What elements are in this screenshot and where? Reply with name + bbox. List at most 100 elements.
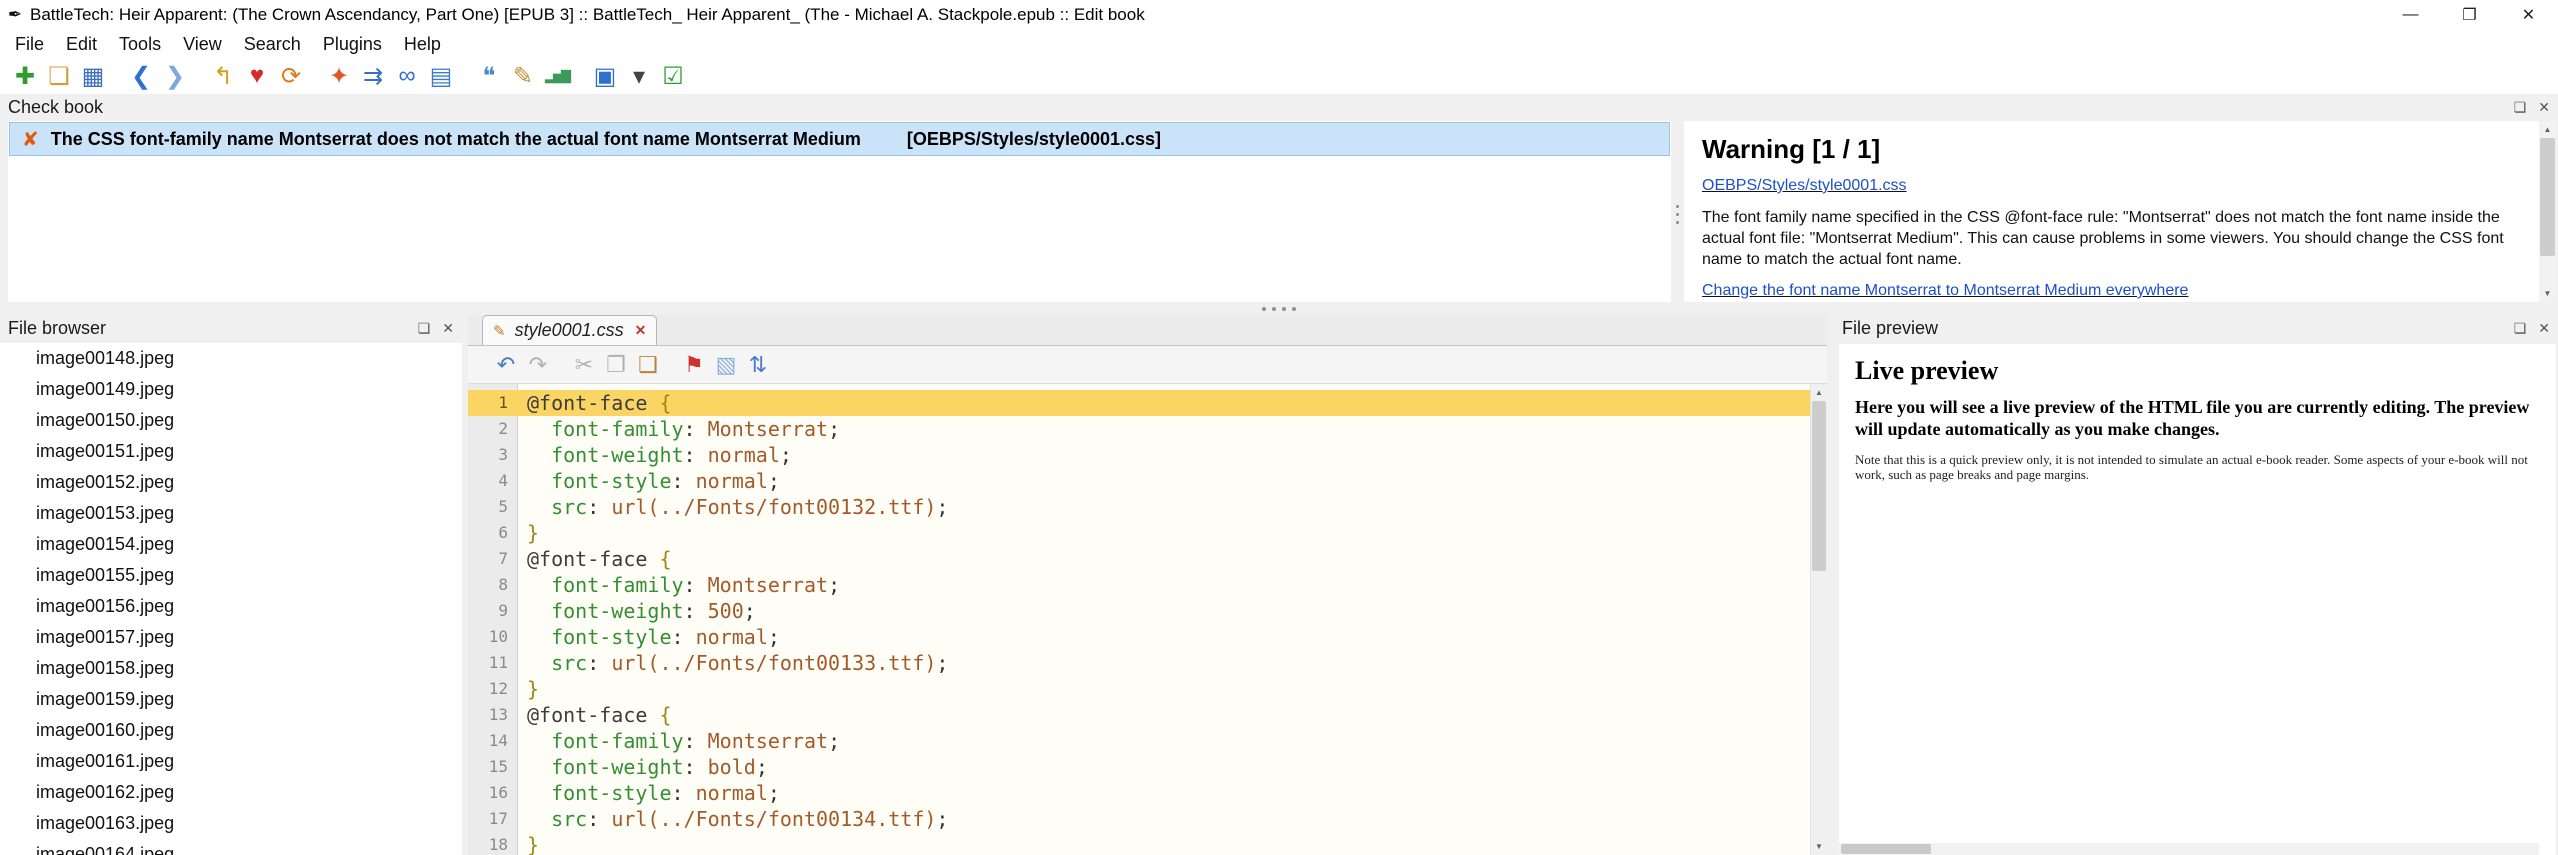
file-item[interactable]: image00162.jpeg <box>0 777 462 808</box>
code-area[interactable]: 1 @font-face {2 font-family: Montserrat; 3… <box>468 384 1810 855</box>
preview-horizontal-scrollbar[interactable] <box>1839 843 2539 855</box>
scrollbar-track[interactable] <box>1811 401 1827 838</box>
code-line[interactable]: 2 font-family: Montserrat; <box>468 416 1810 442</box>
scroll-up-icon[interactable]: ▲ <box>1811 384 1827 401</box>
code-line[interactable]: 9 font-weight: 500; <box>468 598 1810 624</box>
maximize-button[interactable]: ❐ <box>2440 0 2499 30</box>
file-item[interactable]: image00164.jpeg <box>0 839 462 855</box>
code-line[interactable]: 16 font-style: normal; <box>468 780 1810 806</box>
close-panel-icon[interactable]: ✕ <box>442 319 454 337</box>
file-item[interactable]: image00150.jpeg <box>0 405 462 436</box>
sort-az-icon[interactable]: ⇅ <box>742 349 774 381</box>
undo-icon[interactable]: ↶ <box>490 349 522 381</box>
menu-view[interactable]: View <box>172 30 233 58</box>
check-detail-pane: Warning [1 / 1] OEBPS/Styles/style0001.c… <box>1684 121 2539 302</box>
code-line[interactable]: 5 src: url(../Fonts/font00132.ttf); <box>468 494 1810 520</box>
copy-icon[interactable]: ❐ <box>600 349 632 381</box>
stylesheet-link[interactable]: OEBPS/Styles/style0001.css <box>1702 177 1907 194</box>
float-panel-icon[interactable]: ❏ <box>2514 319 2527 337</box>
spellcheck-pen-icon[interactable]: ✎ <box>506 60 540 92</box>
scroll-up-icon[interactable]: ▲ <box>2539 121 2556 138</box>
menu-file[interactable]: File <box>4 30 55 58</box>
file-item[interactable]: image00156.jpeg <box>0 591 462 622</box>
code-line[interactable]: 3 font-weight: normal; <box>468 442 1810 468</box>
editor-tab-bar: ✎ style0001.css ✕ <box>468 315 1827 346</box>
reports-icon[interactable]: ▂▅▇ <box>540 60 574 92</box>
code-line[interactable]: 6} <box>468 520 1810 546</box>
code-line[interactable]: 4 font-style: normal; <box>468 468 1810 494</box>
file-item[interactable]: image00157.jpeg <box>0 622 462 653</box>
scroll-down-icon[interactable]: ▼ <box>1811 838 1827 855</box>
file-item[interactable]: image00154.jpeg <box>0 529 462 560</box>
file-item[interactable]: image00151.jpeg <box>0 436 462 467</box>
file-item[interactable]: image00158.jpeg <box>0 653 462 684</box>
code-line[interactable]: 13 @font-face { <box>468 702 1810 728</box>
code-line[interactable]: 1 @font-face { <box>468 390 1810 416</box>
new-file-icon[interactable]: ✚ <box>8 60 42 92</box>
file-item[interactable]: image00159.jpeg <box>0 684 462 715</box>
find-icon[interactable]: ∞ <box>390 60 424 92</box>
tab-style0001-css[interactable]: ✎ style0001.css ✕ <box>482 315 658 345</box>
menu-help[interactable]: Help <box>393 30 452 58</box>
paste-icon[interactable]: ❑ <box>632 349 664 381</box>
file-item[interactable]: image00152.jpeg <box>0 467 462 498</box>
check-detail-scrollbar[interactable]: ▲ ▼ <box>2539 121 2556 302</box>
cut-icon[interactable]: ✂ <box>568 349 600 381</box>
menu-edit[interactable]: Edit <box>55 30 108 58</box>
save-icon[interactable]: ▦ <box>76 60 110 92</box>
refresh-icon[interactable]: ⟳ <box>274 60 308 92</box>
code-line[interactable]: 11 src: url(../Fonts/font00133.ttf); <box>468 650 1810 676</box>
back-icon[interactable]: ❮ <box>124 60 158 92</box>
redo-icon[interactable]: ↷ <box>522 349 554 381</box>
float-panel-icon[interactable]: ❏ <box>418 319 431 337</box>
file-item[interactable]: image00155.jpeg <box>0 560 462 591</box>
close-panel-icon[interactable]: ✕ <box>2538 98 2550 116</box>
file-item[interactable]: image00160.jpeg <box>0 715 462 746</box>
file-item[interactable]: image00161.jpeg <box>0 746 462 777</box>
code-line[interactable]: 18} <box>468 832 1810 855</box>
forward-icon[interactable]: ❯ <box>158 60 192 92</box>
menu-tools[interactable]: Tools <box>108 30 172 58</box>
horizontal-splitter[interactable] <box>0 302 2558 315</box>
fix-font-name-link[interactable]: Change the font name Montserrat to Monts… <box>1702 282 2188 299</box>
spellcheck-toggle-icon[interactable]: ☑ <box>656 60 690 92</box>
donate-heart-icon[interactable]: ♥ <box>240 60 274 92</box>
menu-plugins[interactable]: Plugins <box>312 30 393 58</box>
dropdown-arrow-icon[interactable]: ▾ <box>622 60 656 92</box>
scrollbar-thumb[interactable] <box>1841 844 1931 854</box>
scrollbar-track[interactable] <box>2539 138 2556 285</box>
index-icon[interactable]: ▤ <box>424 60 458 92</box>
menu-search[interactable]: Search <box>233 30 312 58</box>
file-item[interactable]: image00163.jpeg <box>0 808 462 839</box>
flame-icon[interactable]: ✦ <box>322 60 356 92</box>
code-line[interactable]: 10 font-style: normal; <box>468 624 1810 650</box>
special-char-icon[interactable]: ▧ <box>710 349 742 381</box>
code-line[interactable]: 8 font-family: Montserrat; <box>468 572 1810 598</box>
tab-close-icon[interactable]: ✕ <box>633 322 647 339</box>
scroll-down-icon[interactable]: ▼ <box>2539 285 2556 302</box>
scrollbar-thumb[interactable] <box>1812 401 1826 571</box>
quotes-icon[interactable]: ❝ <box>472 60 506 92</box>
code-line[interactable]: 12} <box>468 676 1810 702</box>
close-panel-icon[interactable]: ✕ <box>2538 319 2550 337</box>
float-panel-icon[interactable]: ❏ <box>2514 98 2527 116</box>
scrollbar-thumb[interactable] <box>2540 138 2555 256</box>
close-button[interactable]: ✕ <box>2499 0 2558 30</box>
code-line[interactable]: 7 @font-face { <box>468 546 1810 572</box>
file-item[interactable]: image00153.jpeg <box>0 498 462 529</box>
code-line[interactable]: 15 font-weight: bold; <box>468 754 1810 780</box>
code-line[interactable]: 14 font-family: Montserrat; <box>468 728 1810 754</box>
check-book-splitter[interactable] <box>1671 121 1684 302</box>
file-item[interactable]: image00149.jpeg <box>0 374 462 405</box>
split-arrows-icon[interactable]: ⇉ <box>356 60 390 92</box>
file-item[interactable]: image00148.jpeg <box>0 343 462 374</box>
undo-arrow-icon[interactable]: ↰ <box>206 60 240 92</box>
code-line[interactable]: 17 src: url(../Fonts/font00134.ttf); <box>468 806 1810 832</box>
language-box-icon[interactable]: ▣ <box>588 60 622 92</box>
minimize-button[interactable]: — <box>2381 0 2440 30</box>
editor-scrollbar[interactable]: ▲ ▼ <box>1810 384 1827 855</box>
marker-icon[interactable]: ⚑ <box>678 349 710 381</box>
check-result-row[interactable]: ✘ The CSS font-family name Montserrat do… <box>9 122 1670 156</box>
open-folder-icon[interactable]: ❏ <box>42 60 76 92</box>
vertical-splitter-right[interactable] <box>1827 315 1834 855</box>
